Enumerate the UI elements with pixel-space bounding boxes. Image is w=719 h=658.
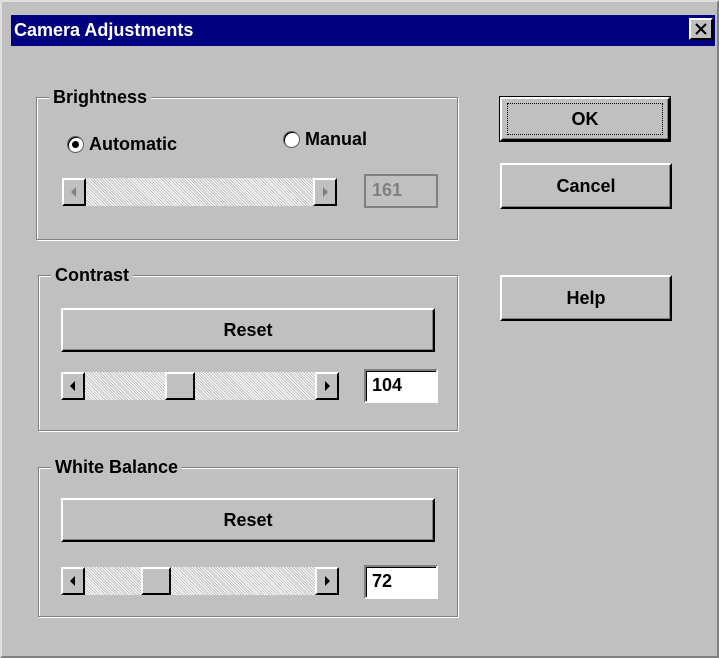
help-button[interactable]: Help [500,275,672,321]
contrast-scroll-left-button[interactable] [61,372,85,400]
manual-radio-icon [283,131,300,148]
white-balance-value-field[interactable]: 72 [364,565,438,599]
contrast-reset-button[interactable]: Reset [61,308,435,352]
scroll-right-arrow-icon [325,381,330,391]
contrast-slider[interactable] [61,372,339,400]
window-title: Camera Adjustments [14,20,194,40]
white-balance-scroll-right-button[interactable] [315,567,339,595]
close-button[interactable] [689,18,713,40]
brightness-scroll-left-button[interactable] [62,178,86,206]
white-balance-group-label: White Balance [51,455,183,479]
automatic-radio[interactable]: Automatic [67,134,177,155]
manual-radio[interactable]: Manual [283,129,367,150]
ok-button[interactable]: OK [499,96,671,142]
scroll-left-arrow-icon [70,381,75,391]
brightness-slider[interactable] [62,178,337,206]
automatic-radio-icon [67,136,84,153]
scroll-right-arrow-icon [323,187,328,197]
title-bar[interactable]: Camera Adjustments [11,15,715,46]
scroll-left-arrow-icon [71,187,76,197]
ok-button-focus-rect [507,103,663,135]
contrast-scroll-right-button[interactable] [315,372,339,400]
brightness-scroll-right-button[interactable] [313,178,337,206]
automatic-radio-label: Automatic [89,134,178,154]
brightness-group-label: Brightness [49,85,152,109]
contrast-value-field[interactable]: 104 [364,369,438,403]
cancel-button[interactable]: Cancel [500,163,672,209]
cancel-button-label: Cancel [556,175,616,196]
white-balance-slider[interactable] [61,567,339,595]
manual-radio-label: Manual [305,129,368,149]
contrast-group: Contrast Reset 104 [38,263,458,431]
close-icon [695,23,707,35]
white-balance-slider-thumb[interactable] [141,567,171,595]
brightness-group: Brightness Automatic Manual 161 [36,85,458,240]
scroll-left-arrow-icon [70,576,75,586]
white-balance-reset-button[interactable]: Reset [61,498,435,542]
contrast-reset-label: Reset [223,319,273,340]
help-button-label: Help [566,287,606,308]
white-balance-scroll-left-button[interactable] [61,567,85,595]
contrast-group-label: Contrast [51,263,134,287]
camera-adjustments-dialog: Camera Adjustments Brightness Automatic … [0,0,719,658]
scroll-right-arrow-icon [325,576,330,586]
white-balance-group: White Balance Reset 72 [38,455,458,617]
contrast-slider-thumb[interactable] [165,372,195,400]
brightness-value: 161 [364,174,438,208]
white-balance-reset-label: Reset [223,509,273,530]
